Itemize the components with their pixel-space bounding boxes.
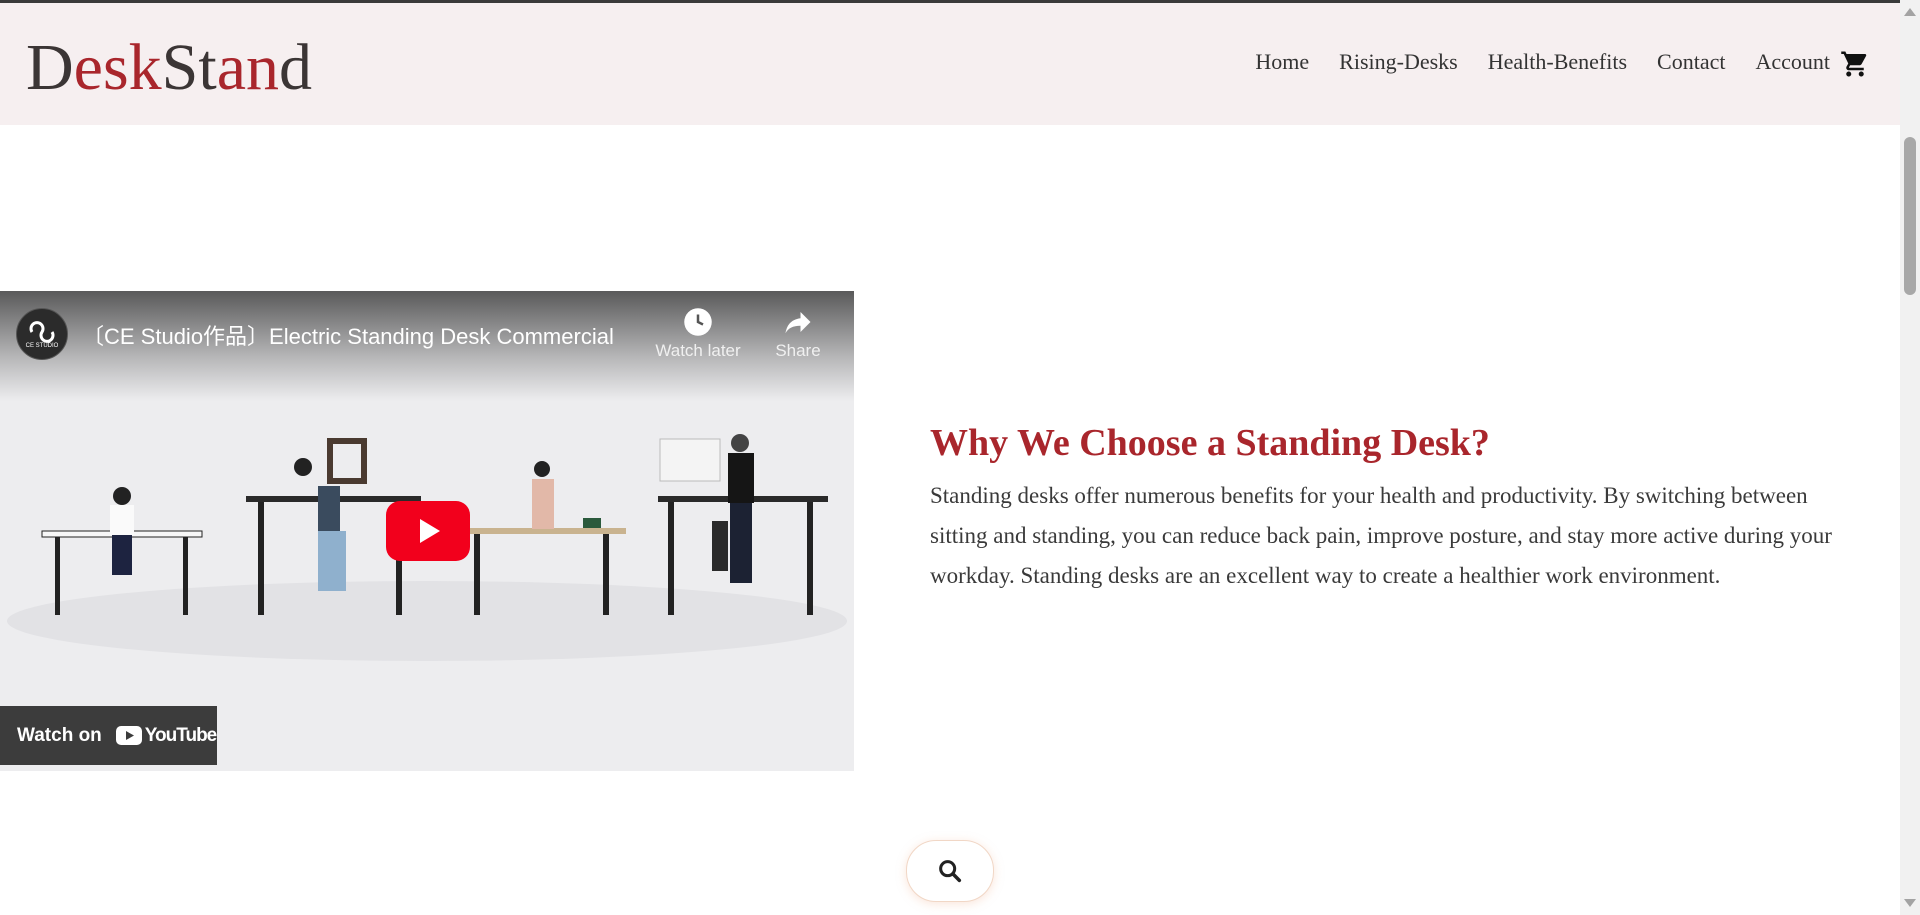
watch-later-label: Watch later (655, 341, 741, 360)
share-button[interactable]: Share (766, 307, 830, 361)
youtube-video-embed[interactable]: CE STUDIO 〔CE Studio作品〕Electric Standing… (0, 291, 854, 771)
nav-home[interactable]: Home (1255, 45, 1309, 79)
watch-on-youtube-button[interactable]: Watch on YouTube (0, 706, 217, 765)
channel-avatar[interactable]: CE STUDIO (16, 308, 68, 360)
nav-account[interactable]: Account (1755, 45, 1830, 79)
youtube-wordmark: YouTube (144, 724, 217, 746)
logo-part: an (216, 31, 279, 104)
main-nav: Home Rising-Desks Health-Benefits Contac… (1225, 45, 1830, 79)
cart-icon[interactable] (1840, 49, 1870, 79)
video-title[interactable]: 〔CE Studio作品〕Electric Standing Desk Comm… (82, 319, 614, 351)
watch-later-button[interactable]: Watch later (648, 307, 748, 361)
logo-part: d (279, 31, 312, 104)
page-scrollbar[interactable] (1900, 0, 1920, 915)
logo-part: esk (73, 31, 162, 104)
site-logo[interactable]: DeskStand (26, 29, 312, 107)
clock-icon (684, 308, 712, 336)
nav-contact[interactable]: Contact (1657, 45, 1725, 79)
logo-part: D (26, 31, 74, 104)
youtube-play-icon (115, 726, 142, 745)
scroll-up-arrow[interactable] (1904, 8, 1916, 16)
share-icon (785, 312, 811, 334)
site-header: DeskStand Home Rising-Desks Health-Benef… (0, 3, 1900, 125)
watch-on-label: Watch on (17, 724, 102, 746)
nav-health-benefits[interactable]: Health-Benefits (1488, 45, 1627, 79)
search-button[interactable] (906, 840, 994, 902)
logo-part: St (161, 31, 217, 104)
section-body: Standing desks offer numerous benefits f… (930, 483, 1832, 588)
svg-text:CE STUDIO: CE STUDIO (26, 343, 59, 349)
scroll-thumb[interactable] (1904, 137, 1916, 295)
youtube-logo: YouTube (115, 724, 217, 747)
search-icon (939, 860, 962, 883)
standing-desk-section: Why We Choose a Standing Desk? Standing … (930, 418, 1850, 596)
nav-rising-desks[interactable]: Rising-Desks (1339, 45, 1458, 79)
share-label: Share (775, 341, 821, 360)
section-heading: Why We Choose a Standing Desk? (930, 422, 1490, 464)
play-icon[interactable] (386, 501, 470, 561)
scroll-down-arrow[interactable] (1904, 899, 1916, 907)
